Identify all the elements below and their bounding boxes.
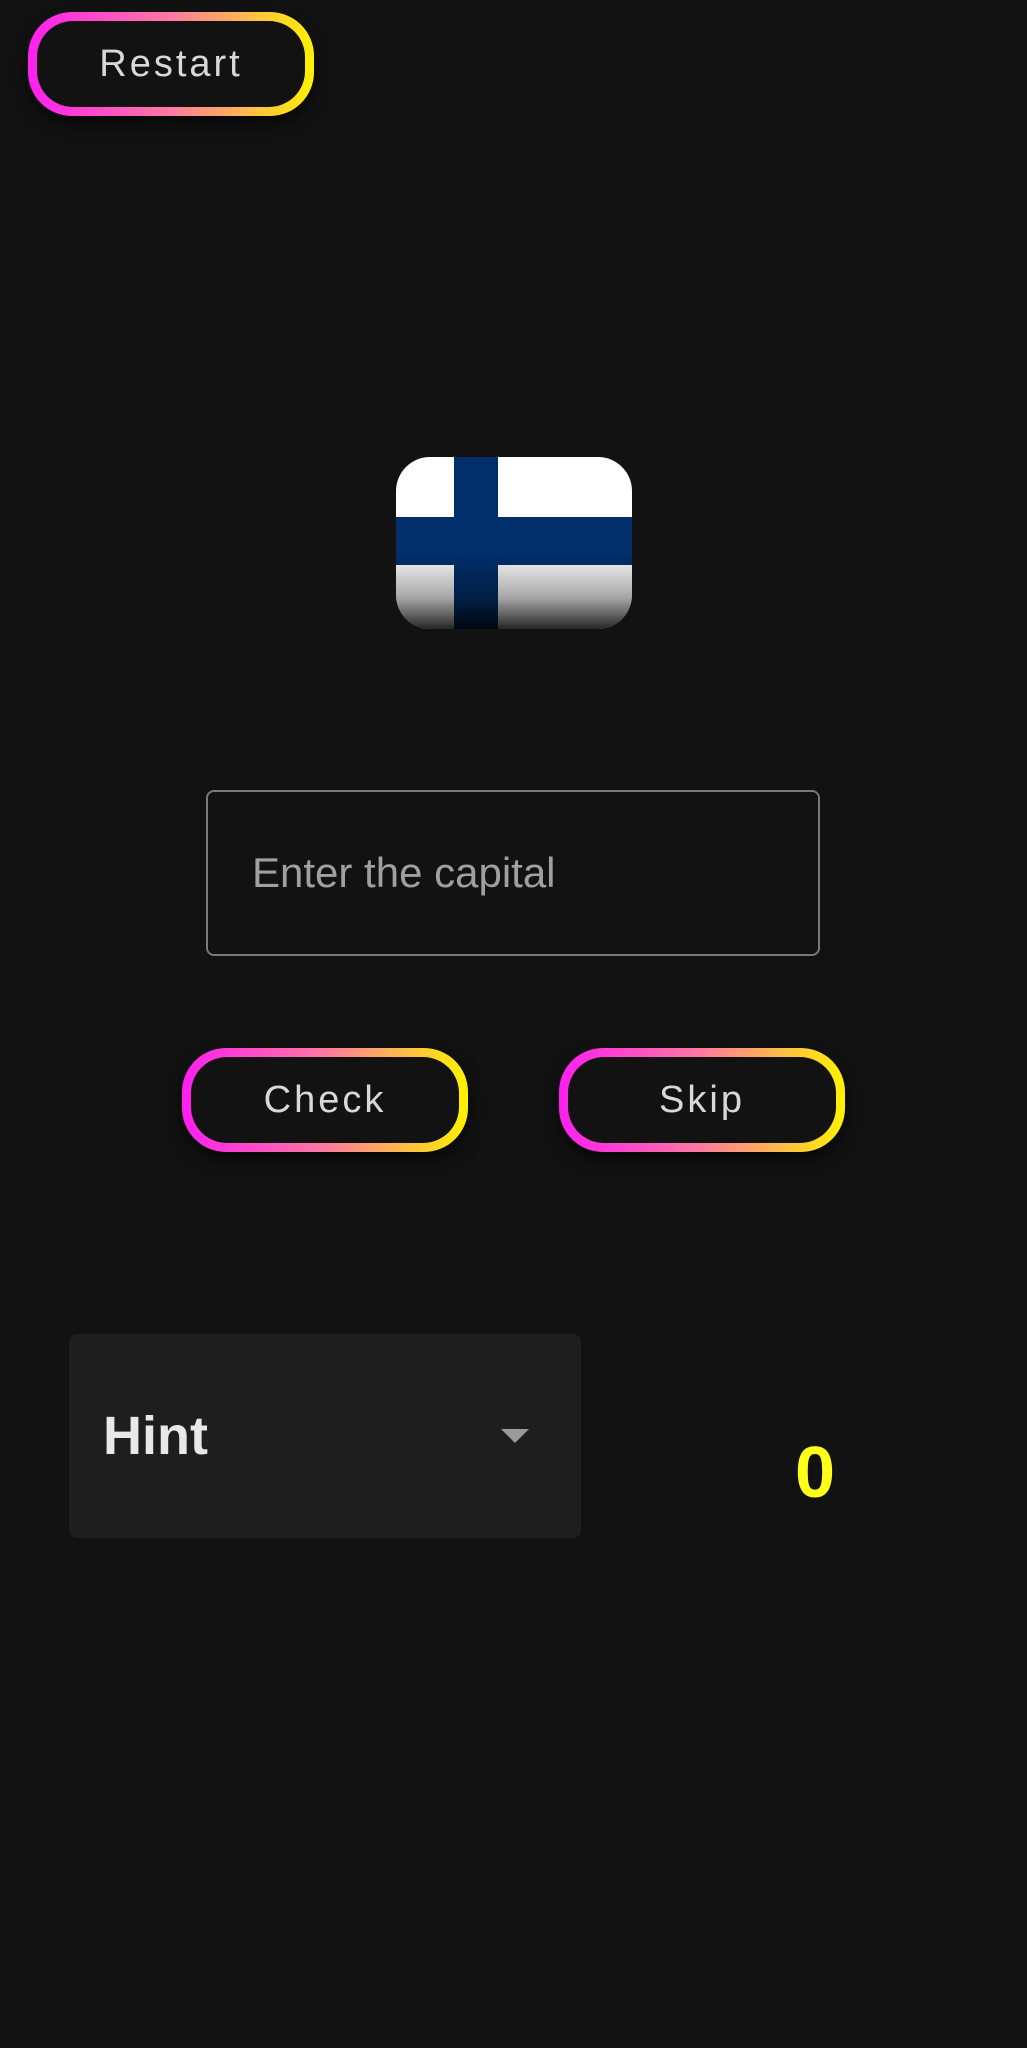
- hint-dropdown[interactable]: Hint: [69, 1334, 581, 1538]
- restart-button-label: Restart: [37, 21, 305, 107]
- chevron-down-icon: [501, 1429, 529, 1443]
- hint-dropdown-label: Hint: [103, 1406, 208, 1466]
- capital-input[interactable]: [206, 790, 820, 956]
- skip-button[interactable]: Skip: [559, 1048, 845, 1152]
- score-counter: 0: [794, 1433, 836, 1513]
- restart-button[interactable]: Restart: [28, 12, 314, 116]
- skip-button-label: Skip: [568, 1057, 836, 1143]
- flag-shade: [396, 551, 632, 629]
- check-button[interactable]: Check: [182, 1048, 468, 1152]
- check-button-label: Check: [191, 1057, 459, 1143]
- finland-flag-icon: [396, 457, 632, 629]
